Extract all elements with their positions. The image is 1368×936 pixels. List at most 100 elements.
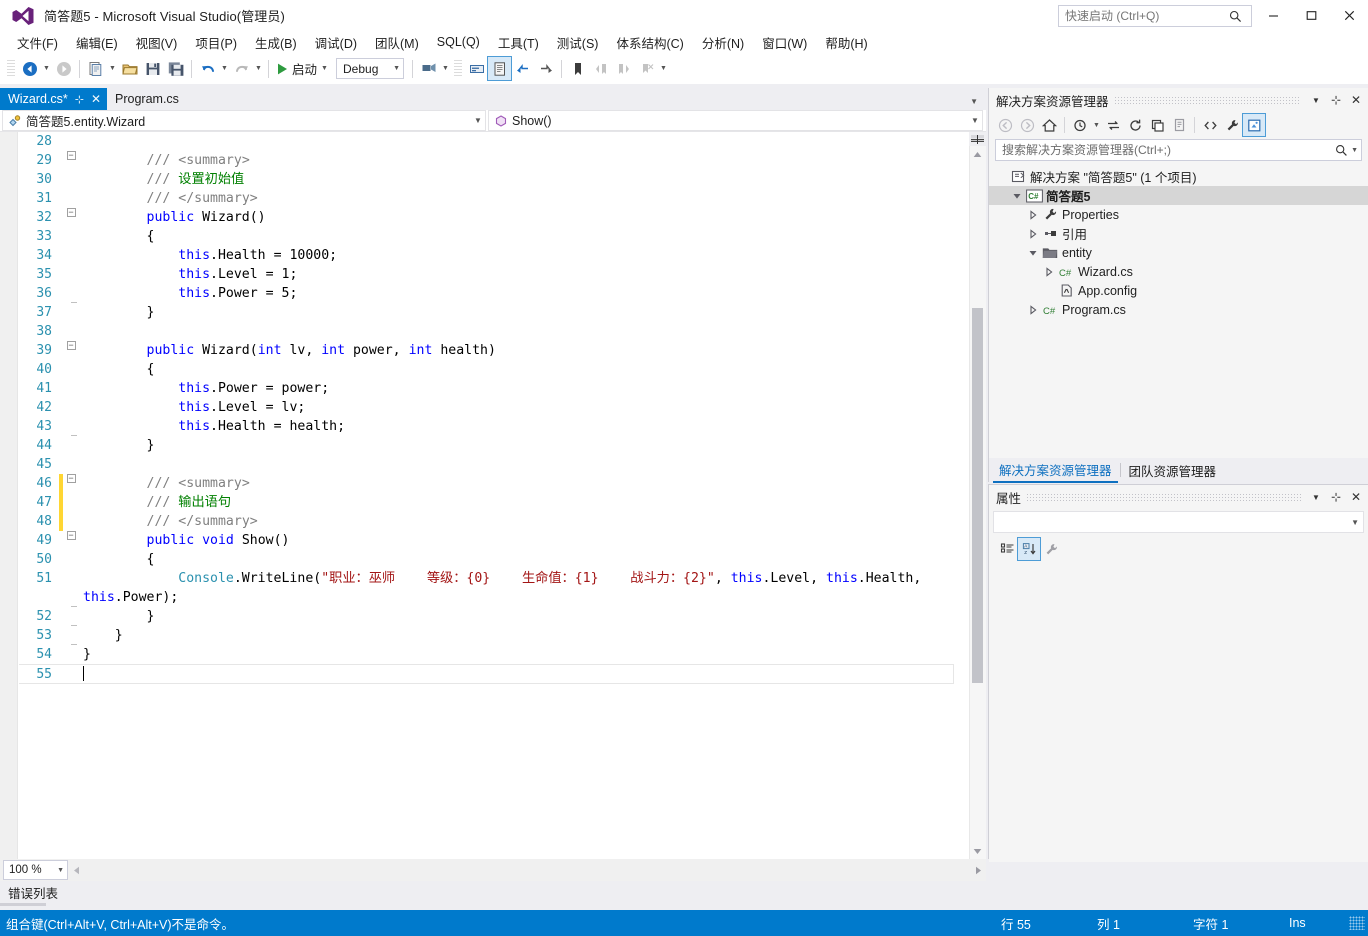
code-line[interactable]: 38 <box>19 322 954 341</box>
next-bookmark-button[interactable] <box>612 57 635 80</box>
code-line[interactable]: 31 /// </summary> <box>19 189 954 208</box>
code-line[interactable]: 28 <box>19 132 954 151</box>
header-drag-dots[interactable] <box>1113 95 1301 105</box>
outlining-margin[interactable]: − <box>63 208 79 217</box>
new-project-button[interactable] <box>84 57 107 80</box>
collapse-minus-icon[interactable]: − <box>66 208 76 217</box>
pane-close-button[interactable]: ✕ <box>1346 90 1366 110</box>
tab-solution-explorer[interactable]: 解决方案资源管理器 <box>993 458 1118 483</box>
quick-launch-box[interactable] <box>1058 5 1252 27</box>
chevron-down-icon[interactable] <box>1009 191 1025 201</box>
close-icon[interactable]: ✕ <box>91 92 101 106</box>
editor-split-handle[interactable] <box>969 132 986 146</box>
uncomment-selection-button[interactable] <box>487 56 513 81</box>
close-button[interactable] <box>1330 0 1368 31</box>
se-refresh-button[interactable] <box>1124 114 1146 136</box>
comment-selection-button[interactable] <box>465 57 488 80</box>
solution-tree[interactable]: 解决方案 "简答题5" (1 个项目) C# 简答题5 Properties 引用 ent… <box>989 167 1368 319</box>
menu-test[interactable]: 测试(S) <box>548 30 608 55</box>
start-dropdown[interactable]: ▼ <box>319 57 330 80</box>
redo-button[interactable] <box>230 57 253 80</box>
code-line[interactable]: 46 − /// <summary> <box>19 474 954 493</box>
menu-build[interactable]: 生成(B) <box>246 30 306 55</box>
chevron-down-icon[interactable]: ▼ <box>471 116 485 125</box>
code-editor[interactable]: 28 29− /// <summary> 30 /// 设置初始值 31 /// </… <box>0 132 986 859</box>
collapse-minus-icon[interactable]: − <box>66 341 76 350</box>
chevron-right-icon[interactable] <box>1025 304 1041 315</box>
toggle-bookmark-button[interactable] <box>566 57 589 80</box>
scroll-up-button[interactable] <box>969 146 986 162</box>
redo-dropdown[interactable]: ▼ <box>253 57 264 80</box>
chevron-right-icon[interactable] <box>1041 266 1057 277</box>
solution-explorer-search-input[interactable] <box>1002 143 1336 157</box>
pane-pin-button[interactable]: ⊹ <box>1326 90 1346 110</box>
se-pending-changes-dropdown[interactable]: ▼ <box>1091 114 1102 137</box>
code-line[interactable]: 33 { <box>19 227 954 246</box>
se-sync-button[interactable] <box>1102 114 1124 136</box>
properties-grid[interactable] <box>989 562 1368 862</box>
menu-file[interactable]: 文件(F) <box>8 30 67 55</box>
new-project-dropdown[interactable]: ▼ <box>107 57 118 80</box>
outlining-margin[interactable]: − <box>63 151 79 160</box>
code-line[interactable]: 51 Console.WriteLine("职业：巫师 等级：{0} 生命值：{… <box>19 569 954 607</box>
code-line[interactable]: 49 − public void Show() <box>19 531 954 550</box>
open-file-button[interactable] <box>118 57 141 80</box>
undo-button[interactable] <box>196 57 219 80</box>
toolbar-grip-2[interactable] <box>454 59 463 78</box>
se-properties-button[interactable] <box>1221 114 1243 136</box>
properties-menu-button[interactable]: ▼ <box>1306 487 1326 507</box>
properties-pin-button[interactable]: ⊹ <box>1326 487 1346 507</box>
code-line[interactable]: 41 this.Power = power; <box>19 379 954 398</box>
maximize-button[interactable] <box>1292 0 1330 31</box>
code-line[interactable]: 43 this.Health = health; <box>19 417 954 436</box>
menu-tools[interactable]: 工具(T) <box>489 30 548 55</box>
solution-explorer-search-box[interactable]: ▼ <box>995 139 1362 161</box>
step-dropdown[interactable]: ▼ <box>440 57 451 80</box>
tab-team-explorer[interactable]: 团队资源管理器 <box>1123 459 1223 482</box>
horizontal-scroll-track[interactable] <box>84 861 970 879</box>
editor-vertical-scrollbar[interactable] <box>969 132 986 859</box>
se-pending-changes-button[interactable] <box>1069 114 1091 136</box>
properties-categorized-button[interactable] <box>996 538 1018 560</box>
tab-wizard-cs[interactable]: Wizard.cs* ⊹ ✕ <box>0 88 108 110</box>
code-line[interactable]: 32 − public Wizard() <box>19 208 954 227</box>
code-line[interactable]: 52 } <box>19 606 954 626</box>
undo-navigation-button[interactable] <box>511 57 534 80</box>
tree-item-wizard-cs[interactable]: C# Wizard.cs <box>989 262 1368 281</box>
clear-bookmarks-button[interactable] <box>635 57 658 80</box>
code-line[interactable]: 35 this.Level = 1; <box>19 265 954 284</box>
quick-launch-input[interactable] <box>1065 9 1229 23</box>
type-navigation-combo[interactable]: 简答题5.entity.Wizard ▼ <box>2 110 486 131</box>
menu-sql[interactable]: SQL(Q) <box>428 32 489 52</box>
tree-item-program-cs[interactable]: C# Program.cs <box>989 300 1368 319</box>
navigate-back-dropdown[interactable]: ▼ <box>41 57 52 80</box>
menu-debug[interactable]: 调试(D) <box>306 30 366 55</box>
outlining-margin[interactable]: − <box>63 474 79 483</box>
menu-edit[interactable]: 编辑(E) <box>67 30 127 55</box>
navigate-back-button[interactable] <box>18 57 41 80</box>
se-show-all-files-button[interactable] <box>1168 114 1190 136</box>
code-line[interactable]: 40 { <box>19 360 954 379</box>
menu-team[interactable]: 团队(M) <box>366 30 428 55</box>
vertical-scroll-thumb[interactable] <box>972 308 983 683</box>
collapse-minus-icon[interactable]: − <box>66 151 76 160</box>
tab-overflow-icon[interactable]: ▼ <box>970 97 978 106</box>
chevron-down-icon[interactable] <box>1025 248 1041 258</box>
collapse-minus-icon[interactable]: − <box>66 531 76 540</box>
member-navigation-combo[interactable]: Show() ▼ <box>488 110 983 131</box>
se-collapse-all-button[interactable] <box>1146 114 1168 136</box>
se-back-button[interactable] <box>994 114 1016 136</box>
chevron-down-icon[interactable]: ▼ <box>968 116 982 125</box>
save-button[interactable] <box>141 57 164 80</box>
menu-analyze[interactable]: 分析(N) <box>693 30 753 55</box>
code-line[interactable]: 37 } <box>19 302 954 322</box>
code-line[interactable]: 53 } <box>19 625 954 645</box>
tree-item-5[interactable]: C# 简答题5 <box>989 186 1368 205</box>
attach-to-process-button[interactable] <box>417 57 440 80</box>
se-view-code-button[interactable] <box>1199 114 1221 136</box>
properties-object-combo[interactable]: ▼ <box>993 511 1364 533</box>
code-line[interactable]: 48 /// </summary> <box>19 512 954 531</box>
code-line[interactable]: 47 /// 输出语句 <box>19 493 954 512</box>
minimize-button[interactable] <box>1254 0 1292 31</box>
search-options-chevron-down-icon[interactable]: ▼ <box>1351 147 1358 154</box>
